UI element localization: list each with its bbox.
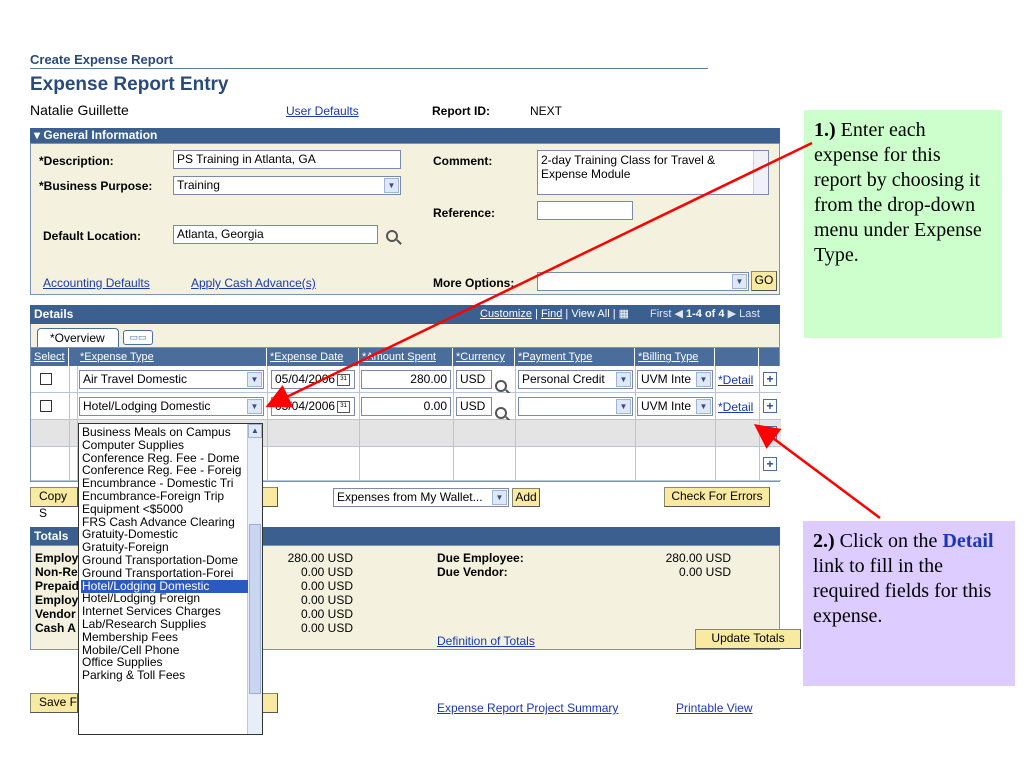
arrow-to-detail-link: [753, 424, 881, 520]
arrow-to-expense-type: [265, 141, 813, 408]
annotation-arrows: [265, 141, 881, 520]
